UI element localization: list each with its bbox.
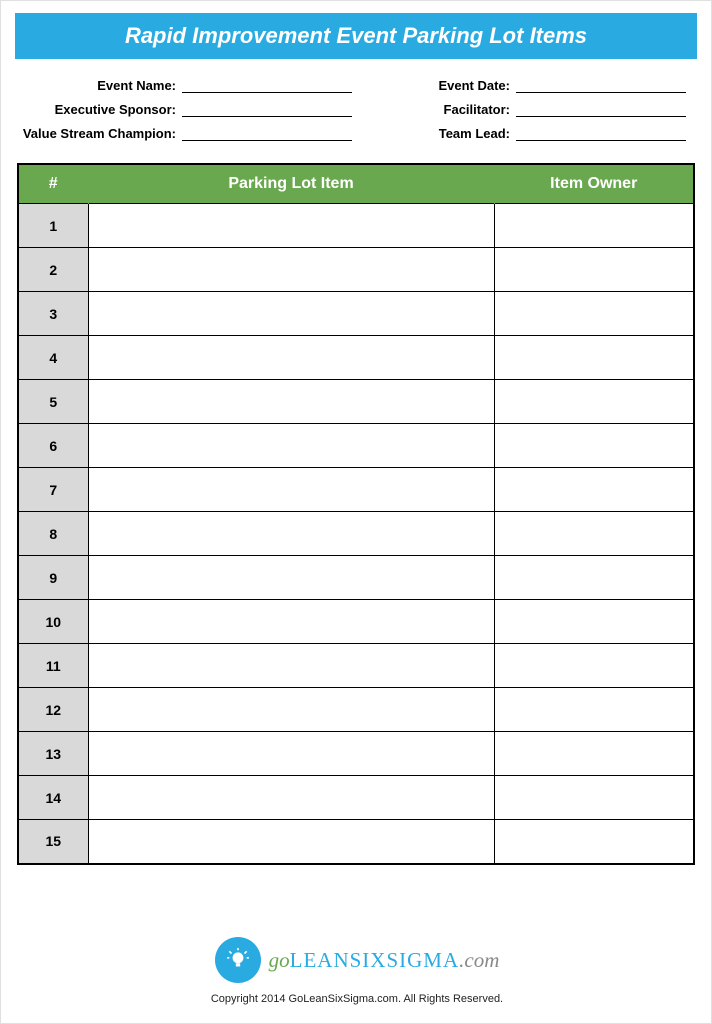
cell-item[interactable] — [88, 732, 494, 776]
cell-num: 7 — [18, 468, 88, 512]
cell-item[interactable] — [88, 380, 494, 424]
info-col-left: Event Name: Executive Sponsor: Value Str… — [17, 77, 356, 141]
cell-owner[interactable] — [494, 688, 694, 732]
header-item: Parking Lot Item — [88, 164, 494, 204]
cell-num: 13 — [18, 732, 88, 776]
cell-item[interactable] — [88, 644, 494, 688]
cell-owner[interactable] — [494, 776, 694, 820]
cell-item[interactable] — [88, 512, 494, 556]
table-row: 6 — [18, 424, 694, 468]
cell-owner[interactable] — [494, 556, 694, 600]
cell-num: 5 — [18, 380, 88, 424]
copyright-text: Copyright 2014 GoLeanSixSigma.com. All R… — [1, 993, 712, 1005]
cell-owner[interactable] — [494, 468, 694, 512]
cell-num: 9 — [18, 556, 88, 600]
info-row-facilitator: Facilitator: — [356, 101, 695, 117]
label-team-lead: Team Lead: — [356, 126, 516, 141]
cell-owner[interactable] — [494, 380, 694, 424]
field-facilitator[interactable] — [516, 101, 686, 117]
table-row: 3 — [18, 292, 694, 336]
cell-item[interactable] — [88, 424, 494, 468]
info-section: Event Name: Executive Sponsor: Value Str… — [13, 77, 699, 141]
header-num: # — [18, 164, 88, 204]
cell-num: 3 — [18, 292, 88, 336]
cell-item[interactable] — [88, 468, 494, 512]
cell-num: 11 — [18, 644, 88, 688]
logo-go: go — [269, 948, 290, 972]
table-row: 14 — [18, 776, 694, 820]
info-row-event-name: Event Name: — [17, 77, 356, 93]
cell-num: 8 — [18, 512, 88, 556]
cell-owner[interactable] — [494, 512, 694, 556]
label-exec-sponsor: Executive Sponsor: — [17, 102, 182, 117]
cell-owner[interactable] — [494, 292, 694, 336]
cell-item[interactable] — [88, 292, 494, 336]
logo-dom: .com — [459, 948, 499, 972]
cell-owner[interactable] — [494, 336, 694, 380]
info-col-right: Event Date: Facilitator: Team Lead: — [356, 77, 695, 141]
page-title: Rapid Improvement Event Parking Lot Item… — [15, 13, 697, 59]
cell-num: 14 — [18, 776, 88, 820]
cell-item[interactable] — [88, 600, 494, 644]
header-owner: Item Owner — [494, 164, 694, 204]
table-header-row: # Parking Lot Item Item Owner — [18, 164, 694, 204]
footer: goLEANSIXSIGMA.com Copyright 2014 GoLean… — [1, 937, 712, 1005]
cell-owner[interactable] — [494, 732, 694, 776]
label-event-name: Event Name: — [17, 78, 182, 93]
logo-text: goLEANSIXSIGMA.com — [269, 948, 500, 973]
cell-num: 2 — [18, 248, 88, 292]
cell-item[interactable] — [88, 776, 494, 820]
cell-owner[interactable] — [494, 424, 694, 468]
table-row: 4 — [18, 336, 694, 380]
table-row: 2 — [18, 248, 694, 292]
table-row: 12 — [18, 688, 694, 732]
field-exec-sponsor[interactable] — [182, 101, 352, 117]
info-row-vs-champion: Value Stream Champion: — [17, 125, 356, 141]
info-row-event-date: Event Date: — [356, 77, 695, 93]
table-row: 10 — [18, 600, 694, 644]
logo-lean: LEANSIXSIGMA — [290, 948, 460, 972]
cell-owner[interactable] — [494, 204, 694, 248]
cell-owner[interactable] — [494, 644, 694, 688]
cell-item[interactable] — [88, 248, 494, 292]
cell-owner[interactable] — [494, 600, 694, 644]
label-vs-champion: Value Stream Champion: — [17, 126, 182, 141]
cell-num: 10 — [18, 600, 88, 644]
info-row-exec-sponsor: Executive Sponsor: — [17, 101, 356, 117]
parking-lot-table: # Parking Lot Item Item Owner 1234567891… — [17, 163, 695, 865]
logo: goLEANSIXSIGMA.com — [215, 937, 500, 983]
table-row: 8 — [18, 512, 694, 556]
field-vs-champion[interactable] — [182, 125, 352, 141]
cell-num: 1 — [18, 204, 88, 248]
cell-item[interactable] — [88, 688, 494, 732]
cell-item[interactable] — [88, 820, 494, 864]
table-row: 11 — [18, 644, 694, 688]
cell-num: 6 — [18, 424, 88, 468]
table-row: 1 — [18, 204, 694, 248]
label-event-date: Event Date: — [356, 78, 516, 93]
cell-item[interactable] — [88, 336, 494, 380]
field-team-lead[interactable] — [516, 125, 686, 141]
table-row: 5 — [18, 380, 694, 424]
label-facilitator: Facilitator: — [356, 102, 516, 117]
info-row-team-lead: Team Lead: — [356, 125, 695, 141]
cell-item[interactable] — [88, 204, 494, 248]
table-row: 15 — [18, 820, 694, 864]
cell-owner[interactable] — [494, 248, 694, 292]
lightbulb-icon — [215, 937, 261, 983]
table-row: 9 — [18, 556, 694, 600]
cell-owner[interactable] — [494, 820, 694, 864]
field-event-date[interactable] — [516, 77, 686, 93]
cell-num: 12 — [18, 688, 88, 732]
field-event-name[interactable] — [182, 77, 352, 93]
cell-num: 4 — [18, 336, 88, 380]
cell-item[interactable] — [88, 556, 494, 600]
cell-num: 15 — [18, 820, 88, 864]
table-row: 7 — [18, 468, 694, 512]
table-row: 13 — [18, 732, 694, 776]
